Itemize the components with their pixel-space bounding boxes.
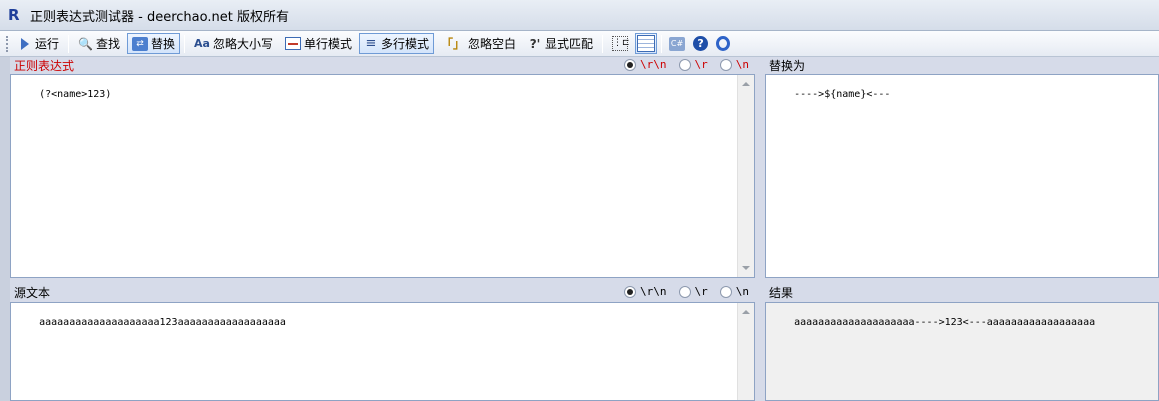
find-button[interactable]: 🔍 查找 [73, 33, 125, 54]
regex-newline-lf-label: \n [735, 58, 749, 71]
source-newline-cr-radio[interactable] [678, 285, 691, 298]
toolbar-separator [184, 34, 185, 53]
regex-panel: 正则表达式 \r\n \r \n (?<name>123) [10, 57, 755, 278]
regex-newline-lf-radio[interactable] [719, 58, 732, 71]
source-input[interactable]: aaaaaaaaaaaaaaaaaaaa123aaaaaaaaaaaaaaaaa… [10, 302, 755, 401]
source-value: aaaaaaaaaaaaaaaaaaaa123aaaaaaaaaaaaaaaaa… [39, 317, 286, 328]
regex-newline-crlf-label: \r\n [640, 58, 667, 71]
toolbar-grip[interactable] [6, 35, 10, 52]
single-line-button[interactable]: 单行模式 [280, 33, 357, 54]
regex-value: (?<name>123) [39, 89, 112, 100]
multi-line-label: 多行模式 [380, 37, 429, 51]
ignore-case-label: 忽略大小写 [212, 37, 273, 51]
vertical-splitter[interactable] [755, 57, 765, 401]
single-line-icon [284, 37, 301, 50]
run-label: 运行 [35, 37, 60, 51]
play-icon [21, 37, 29, 50]
source-newline-lf-label: \n [735, 285, 749, 298]
source-newline-options: \r\n \r \n [624, 285, 757, 298]
tree-view-button[interactable]: ⋮⊏ [607, 33, 633, 54]
window-title: 正则表达式测试器 - deerchao.net 版权所有 [30, 9, 289, 25]
regex-label: 正则表达式 [14, 59, 75, 73]
replace-button[interactable]: ⇄ 替换 [126, 33, 180, 54]
run-button[interactable]: 运行 [16, 33, 64, 54]
replace-panel-header: 替换为 [765, 57, 1159, 74]
explicit-capture-icon: ?' [529, 36, 541, 51]
source-newline-crlf-label: \r\n [640, 285, 667, 298]
regex-newline-cr-radio[interactable] [678, 58, 691, 71]
find-label: 查找 [95, 37, 120, 51]
regex-scrollbar[interactable] [737, 75, 754, 277]
left-edge [0, 57, 10, 401]
result-value: aaaaaaaaaaaaaaaaaaaa---->123<---aaaaaaaa… [794, 317, 1096, 328]
replace-label: 替换为 [769, 59, 806, 73]
regex-newline-crlf-radio[interactable] [624, 58, 636, 71]
result-panel: 结果 aaaaaaaaaaaaaaaaaaaa---->123<---aaaaa… [765, 284, 1159, 401]
source-newline-crlf-radio[interactable] [624, 285, 636, 298]
app-logo-icon: R [8, 6, 20, 24]
replace-value: ---->${name}<--- [794, 89, 891, 100]
ignore-whitespace-label: 忽略空白 [468, 37, 517, 51]
help-button[interactable]: ? [690, 33, 711, 54]
replace-label: 替换 [150, 37, 175, 51]
source-newline-lf-radio[interactable] [719, 285, 732, 298]
ring-logo-icon [716, 36, 731, 51]
regex-newline-options: \r\n \r \n [624, 58, 757, 71]
toolbar-separator [661, 34, 663, 53]
help-icon: ? [693, 36, 709, 51]
result-output[interactable]: aaaaaaaaaaaaaaaaaaaa---->123<---aaaaaaaa… [765, 302, 1159, 401]
replace-icon: ⇄ [131, 36, 148, 51]
csharp-code-button[interactable]: C# [666, 33, 688, 54]
search-icon: 🔍 [78, 36, 93, 51]
multi-line-icon: ≡ [365, 35, 377, 51]
replace-panel: 替换为 ---->${name}<--- [765, 57, 1159, 278]
replace-input[interactable]: ---->${name}<--- [765, 74, 1159, 278]
multi-line-button[interactable]: ≡ 多行模式 [358, 33, 434, 54]
about-button[interactable] [713, 33, 733, 54]
scroll-up-icon[interactable] [742, 310, 750, 314]
ignore-whitespace-button[interactable]: 「」 忽略空白 [436, 33, 521, 54]
toolbar-separator [68, 34, 70, 53]
scroll-down-icon[interactable] [742, 266, 750, 270]
toolbar-separator [602, 34, 604, 53]
scroll-up-icon[interactable] [742, 82, 750, 86]
source-newline-cr-label: \r [694, 285, 708, 298]
single-line-label: 单行模式 [303, 37, 352, 51]
grid-icon [637, 35, 656, 52]
ignore-case-button[interactable]: Aa 忽略大小写 [189, 33, 278, 54]
result-panel-header: 结果 [765, 284, 1159, 301]
regex-input[interactable]: (?<name>123) [10, 74, 755, 278]
grid-view-button[interactable] [635, 33, 658, 54]
source-panel: 源文本 \r\n \r \n aaaaaaaaaaaaaaaaaaaa123aa… [10, 284, 755, 401]
explicit-capture-button[interactable]: ?' 显式匹配 [523, 33, 598, 54]
csharp-icon: C# [669, 36, 686, 51]
source-label: 源文本 [14, 286, 51, 300]
explicit-capture-label: 显式匹配 [545, 37, 594, 51]
result-label: 结果 [769, 286, 794, 300]
title-bar: R 正则表达式测试器 - deerchao.net 版权所有 [0, 0, 1159, 31]
toolbar: 运行 🔍 查找 ⇄ 替换 Aa 忽略大小写 单行模式 ≡ 多行模式 「」 忽略空… [0, 31, 1159, 57]
whitespace-icon: 「」 [440, 36, 465, 51]
tree-icon: ⋮⊏ [612, 36, 630, 51]
regex-newline-cr-label: \r [694, 58, 708, 71]
source-scrollbar[interactable] [737, 303, 754, 400]
ignore-case-icon: Aa [194, 36, 210, 50]
